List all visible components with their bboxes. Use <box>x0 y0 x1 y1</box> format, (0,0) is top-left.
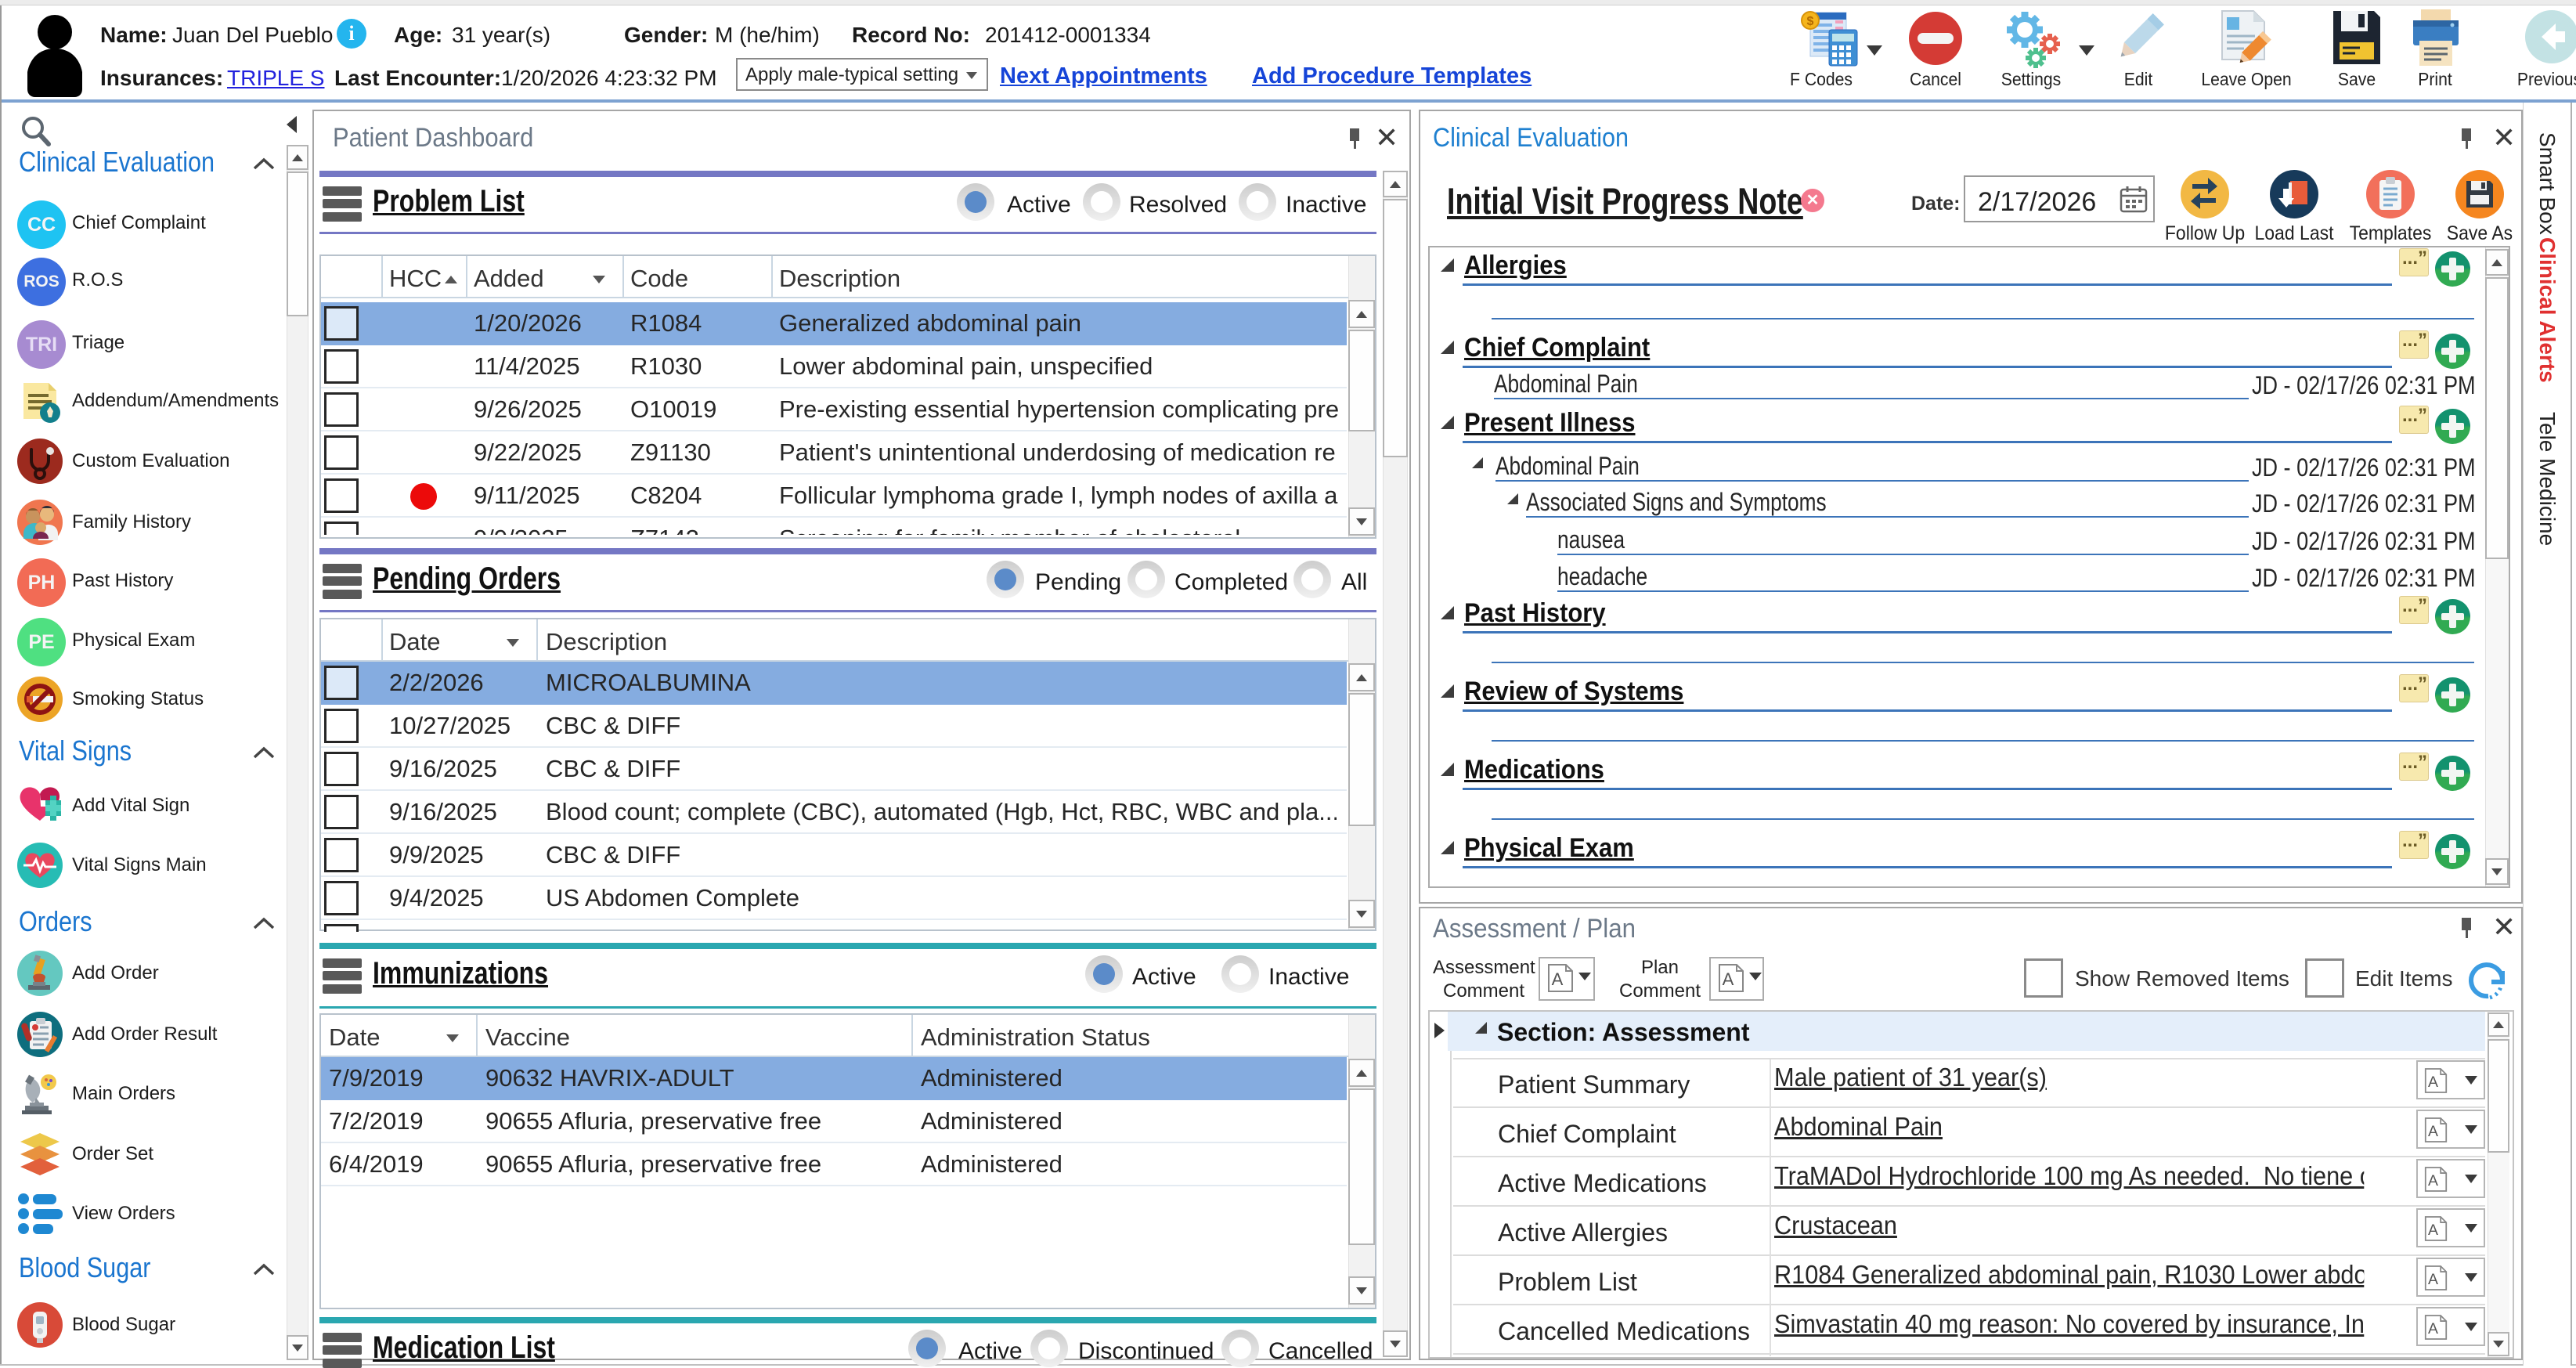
svg-text:A: A <box>2428 1123 2438 1140</box>
svg-text:A: A <box>1723 969 1734 989</box>
svg-text:$: $ <box>1807 15 1814 28</box>
svg-text:A: A <box>2428 1271 2438 1288</box>
svg-text:A: A <box>2428 1074 2438 1091</box>
svg-text:A: A <box>2428 1172 2438 1189</box>
svg-text:A: A <box>2428 1222 2438 1239</box>
svg-text:A: A <box>2428 1320 2438 1337</box>
svg-text:A: A <box>1552 969 1564 989</box>
